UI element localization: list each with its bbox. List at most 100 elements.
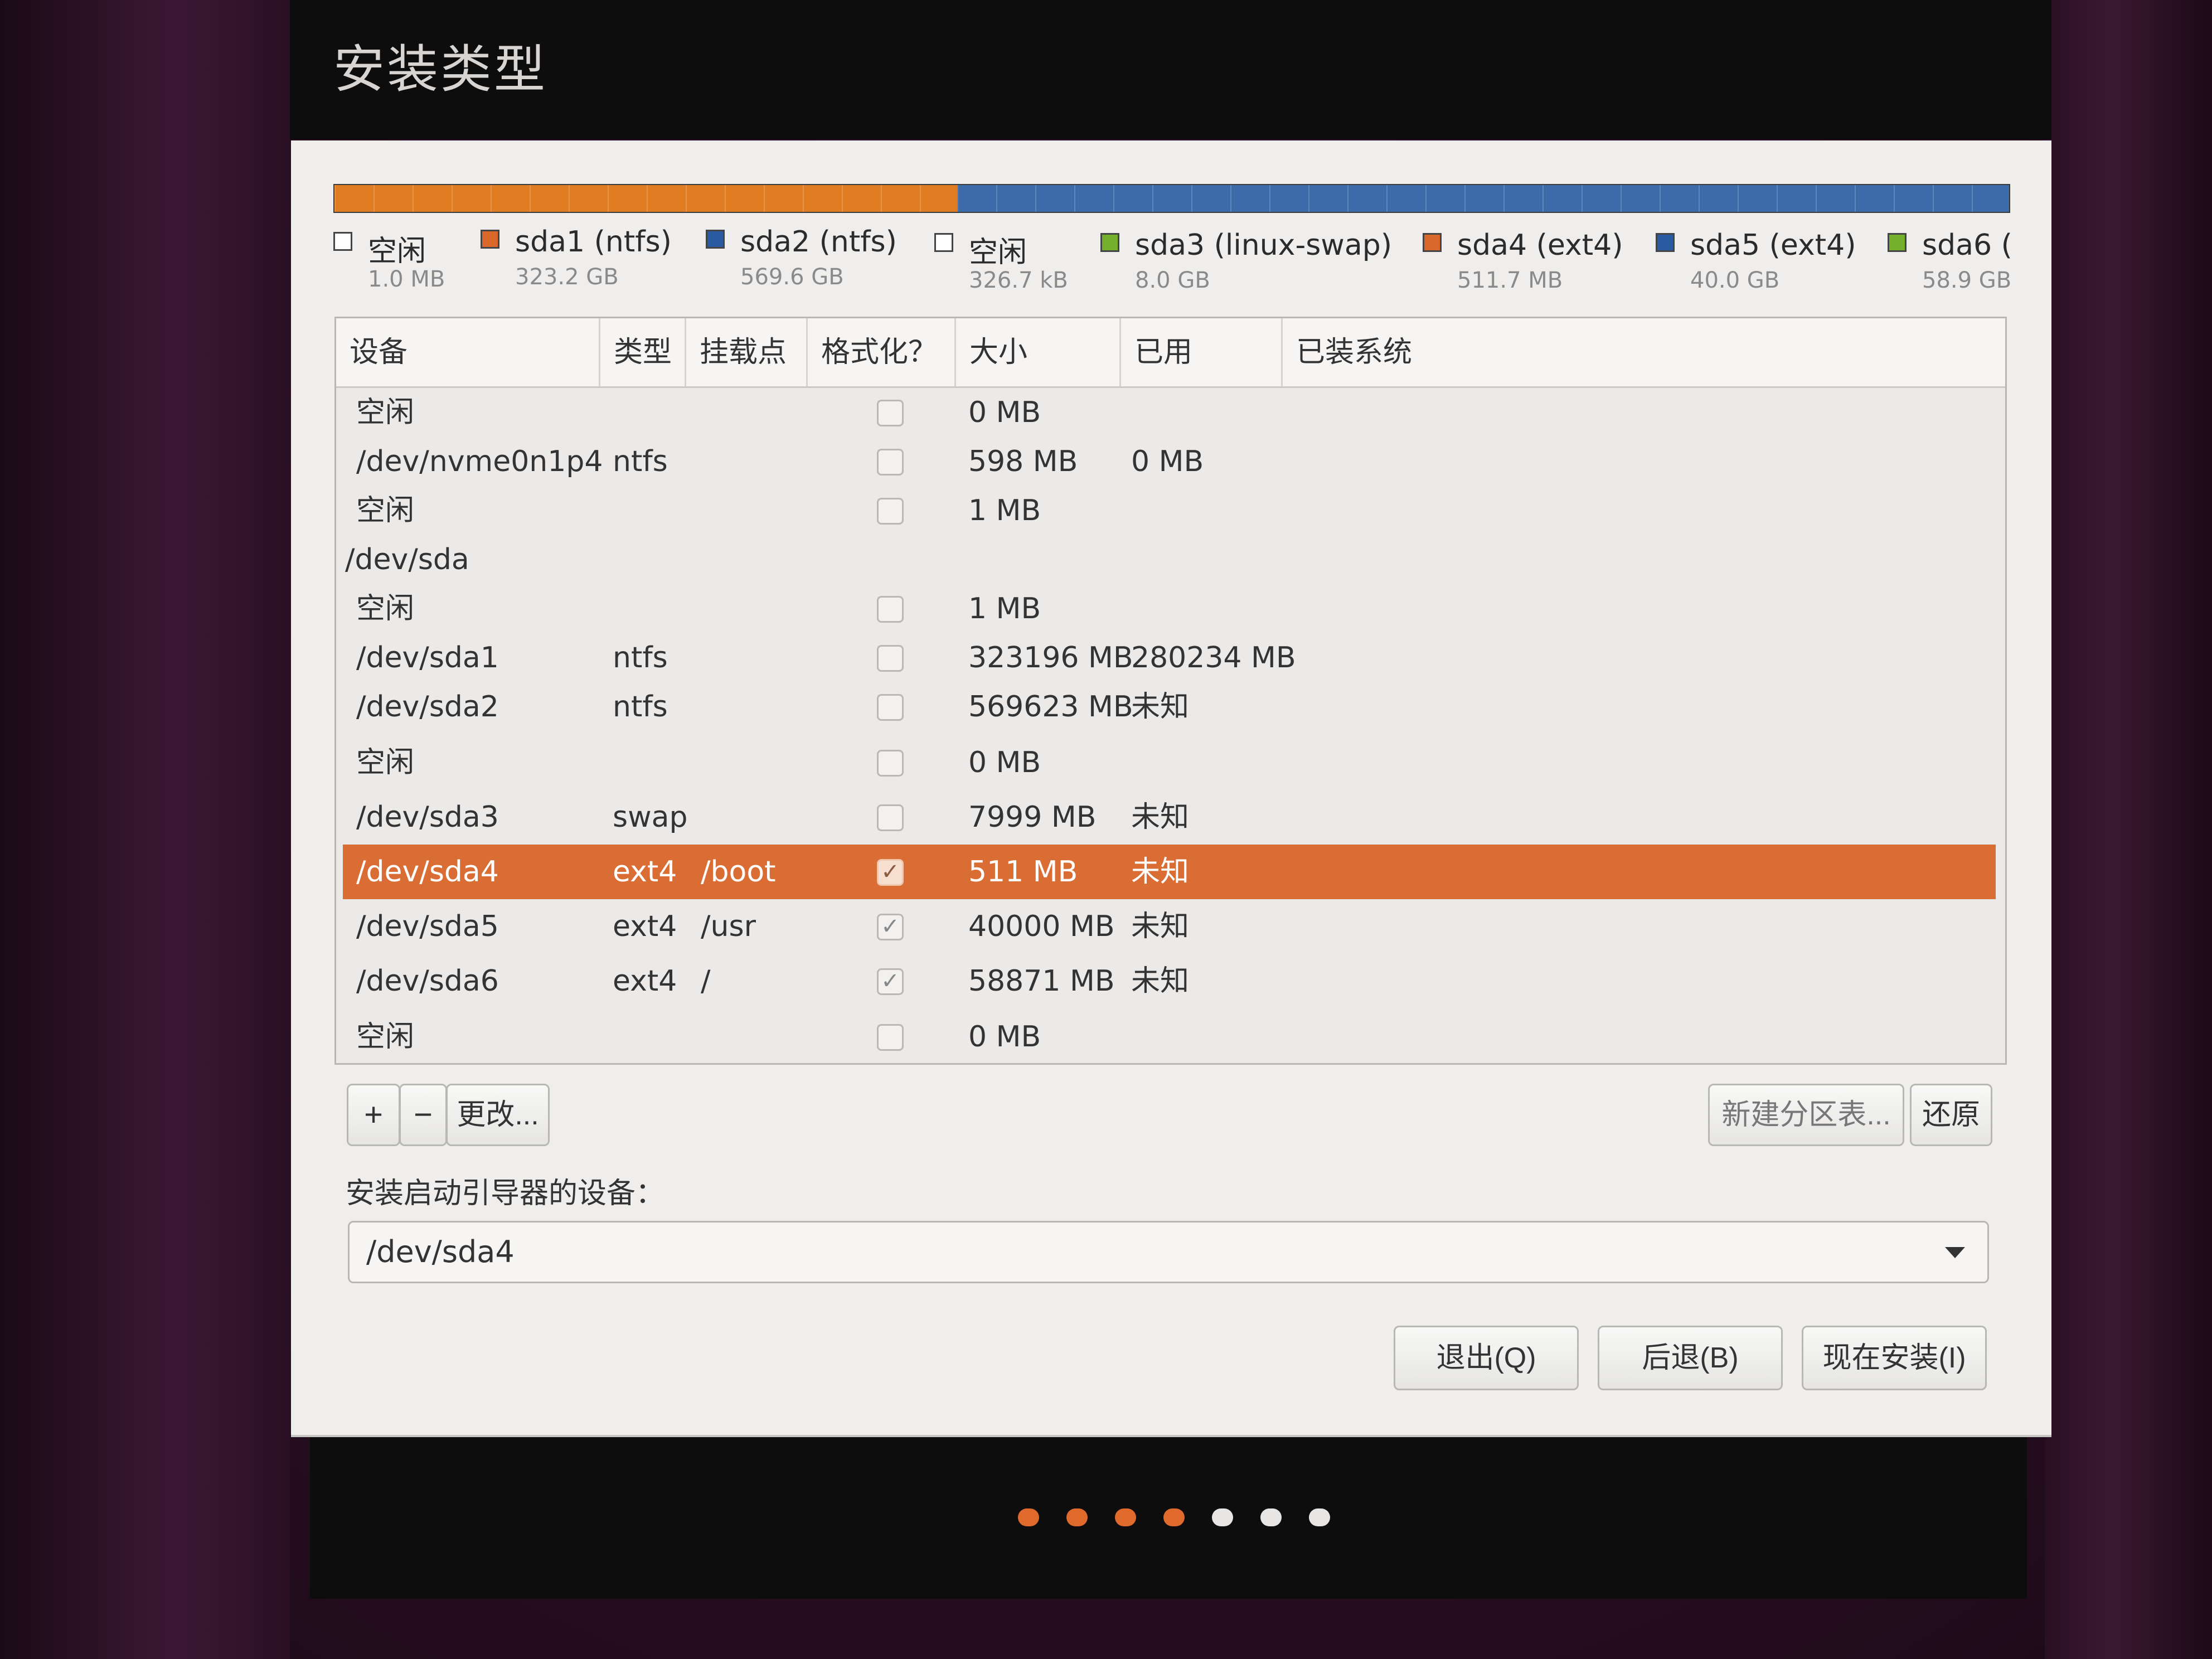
partition-bar-segment bbox=[957, 185, 2009, 212]
column-size[interactable]: 大小 bbox=[956, 318, 1121, 386]
table-row[interactable]: /dev/sda6 ext4 / 58871 MB 未知 ✓ bbox=[343, 954, 1996, 1008]
column-mount[interactable]: 挂载点 bbox=[686, 318, 808, 386]
column-used[interactable]: 已用 bbox=[1121, 318, 1283, 386]
table-row[interactable]: 空闲 0 MB bbox=[343, 1010, 1996, 1063]
table-row[interactable]: /dev/sda2 ntfs 569623 MB 未知 bbox=[343, 680, 1996, 734]
format-checkbox[interactable] bbox=[877, 400, 904, 426]
cell-size: 569623 MB bbox=[968, 690, 1133, 724]
legend-size: 326.7 kB bbox=[969, 268, 1068, 293]
legend-swatch bbox=[706, 230, 725, 249]
table-row[interactable]: /dev/nvme0n1p4 ntfs 598 MB 0 MB bbox=[343, 434, 1996, 489]
cell-type: ext4 bbox=[613, 910, 677, 943]
table-row[interactable]: /dev/sda bbox=[343, 532, 1996, 587]
cell-type: swap bbox=[613, 801, 688, 834]
legend-size: 58.9 GB bbox=[1922, 268, 2010, 293]
progress-dot bbox=[1115, 1508, 1136, 1526]
cell-used: 0 MB bbox=[1131, 445, 1204, 478]
legend-size: 323.2 GB bbox=[515, 264, 619, 290]
format-checkbox[interactable] bbox=[877, 804, 904, 831]
legend-name: sda3 (linux-swap) bbox=[1135, 229, 1392, 262]
partition-bar bbox=[333, 184, 2010, 213]
cell-used: 未知 bbox=[1131, 910, 1190, 943]
table-row[interactable]: /dev/sda4 ext4/boot 511 MB 未知 ✓ bbox=[343, 845, 1996, 899]
cell-mount: /boot bbox=[701, 855, 776, 889]
table-row[interactable]: /dev/sda3 swap 7999 MB 未知 bbox=[343, 790, 1996, 845]
format-checkbox[interactable]: ✓ bbox=[877, 968, 904, 995]
legend-name: sda4 (ext4) bbox=[1457, 229, 1623, 262]
screen-bezel-right bbox=[2045, 0, 2212, 1659]
cell-device: /dev/sda5 bbox=[356, 910, 499, 943]
back-button[interactable]: 后退(B) bbox=[1598, 1326, 1783, 1390]
cell-type: ntfs bbox=[613, 445, 668, 478]
remove-partition-button[interactable]: − bbox=[399, 1084, 447, 1146]
cell-device: /dev/sda2 bbox=[356, 690, 499, 724]
format-checkbox[interactable] bbox=[877, 498, 904, 525]
cell-size: 0 MB bbox=[968, 396, 1041, 429]
bootloader-device-value: /dev/sda4 bbox=[366, 1234, 515, 1269]
window-title: 安装类型 bbox=[333, 40, 548, 99]
cell-used: 未知 bbox=[1131, 801, 1190, 834]
revert-button[interactable]: 还原 bbox=[1910, 1084, 1992, 1146]
legend-swatch bbox=[1423, 233, 1442, 252]
column-device[interactable]: 设备 bbox=[336, 318, 600, 386]
progress-dot bbox=[1212, 1508, 1233, 1526]
cell-mount: /usr bbox=[701, 910, 756, 943]
cell-size: 323196 MB bbox=[968, 641, 1133, 675]
add-partition-button[interactable]: + bbox=[347, 1084, 400, 1146]
cell-device: /dev/sda6 bbox=[356, 964, 499, 998]
table-row[interactable]: 空闲 0 MB bbox=[343, 385, 1996, 440]
cell-size: 58871 MB bbox=[968, 964, 1115, 998]
cell-size: 511 MB bbox=[968, 855, 1078, 889]
new-partition-table-button[interactable]: 新建分区表... bbox=[1708, 1084, 1904, 1146]
screen-bezel-left bbox=[0, 0, 290, 1659]
cell-size: 0 MB bbox=[968, 746, 1041, 779]
progress-dot bbox=[1163, 1508, 1185, 1526]
cell-type: ext4 bbox=[613, 855, 677, 889]
legend-size: 1.0 MB bbox=[368, 266, 445, 292]
install-now-button[interactable]: 现在安装(I) bbox=[1802, 1326, 1987, 1390]
partition-table[interactable]: 设备 类型 挂载点 格式化？ 大小 已用 已装系统 空闲 0 MB/dev/nvm… bbox=[334, 317, 2007, 1065]
format-checkbox[interactable]: ✓ bbox=[877, 859, 904, 886]
cell-type: ext4 bbox=[613, 964, 677, 998]
column-installed-system[interactable]: 已装系统 bbox=[1283, 318, 2005, 386]
table-row[interactable]: /dev/sda5 ext4/usr 40000 MB 未知 ✓ bbox=[343, 899, 1996, 954]
format-checkbox[interactable]: ✓ bbox=[877, 914, 904, 940]
format-checkbox[interactable] bbox=[877, 750, 904, 777]
legend-swatch bbox=[1888, 233, 1907, 252]
legend-size: 8.0 GB bbox=[1135, 268, 1210, 293]
cell-device: /dev/sda3 bbox=[356, 801, 499, 834]
legend-swatch bbox=[481, 230, 499, 249]
cell-device: /dev/sda1 bbox=[356, 641, 499, 675]
cell-size: 1 MB bbox=[968, 592, 1041, 625]
progress-dot bbox=[1260, 1508, 1282, 1526]
cell-device: 空闲 bbox=[356, 396, 415, 429]
cell-device: 空闲 bbox=[356, 1020, 415, 1054]
column-type[interactable]: 类型 bbox=[600, 318, 686, 386]
format-checkbox[interactable] bbox=[877, 694, 904, 721]
quit-button[interactable]: 退出(Q) bbox=[1394, 1326, 1579, 1390]
legend-name: 空闲 bbox=[368, 235, 426, 268]
legend-name: sda2 (ntfs) bbox=[740, 225, 897, 259]
table-header: 设备 类型 挂载点 格式化？ 大小 已用 已装系统 bbox=[336, 318, 2005, 388]
legend-size: 569.6 GB bbox=[740, 264, 844, 290]
legend-swatch bbox=[1656, 233, 1675, 252]
table-row[interactable]: 空闲 0 MB bbox=[343, 735, 1996, 790]
table-row[interactable]: 空闲 1 MB bbox=[343, 483, 1996, 538]
format-checkbox[interactable] bbox=[877, 1024, 904, 1051]
format-checkbox[interactable] bbox=[877, 596, 904, 623]
legend-name: sda6 ( bbox=[1922, 229, 2010, 262]
progress-dot bbox=[1309, 1508, 1330, 1526]
chevron-down-icon bbox=[1945, 1247, 1965, 1258]
cell-size: 0 MB bbox=[968, 1020, 1041, 1054]
format-checkbox[interactable] bbox=[877, 449, 904, 476]
cell-mount: / bbox=[701, 964, 711, 998]
cell-used: 未知 bbox=[1131, 855, 1190, 889]
format-checkbox[interactable] bbox=[877, 645, 904, 672]
table-row[interactable]: /dev/sda1 ntfs 323196 MB 280234 MB bbox=[343, 630, 1996, 685]
table-row[interactable]: 空闲 1 MB bbox=[343, 581, 1996, 636]
partition-bar-segment bbox=[334, 185, 958, 212]
column-format[interactable]: 格式化？ bbox=[808, 318, 956, 386]
legend-item: sda6 ( 58.9 GB bbox=[1888, 229, 2010, 307]
change-partition-button[interactable]: 更改... bbox=[446, 1084, 550, 1146]
bootloader-device-select[interactable]: /dev/sda4 bbox=[348, 1221, 1989, 1283]
